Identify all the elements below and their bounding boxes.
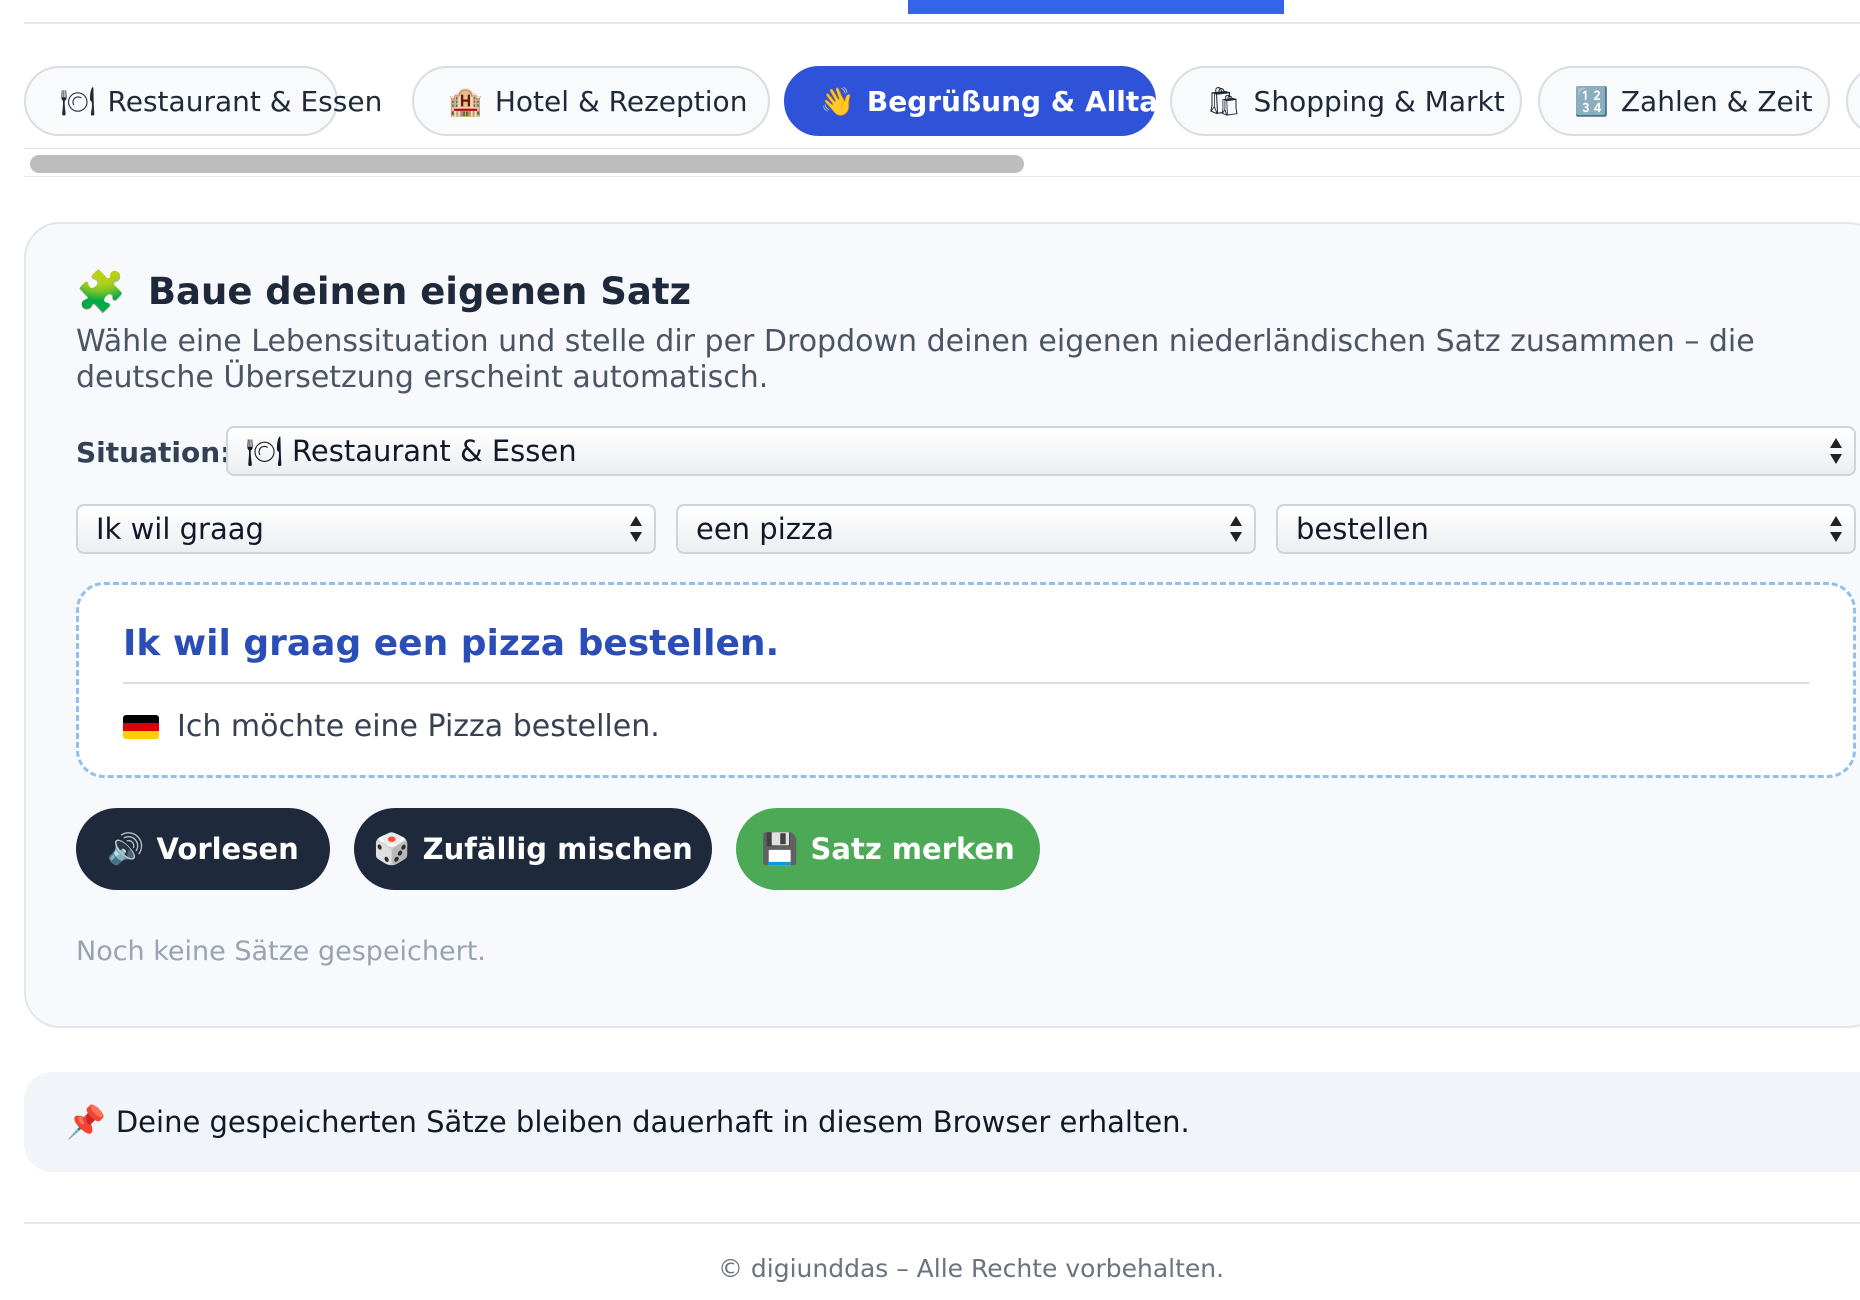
saved-sentences-empty: Noch keine Sätze gespeichert.: [76, 936, 486, 967]
puzzle-icon: 🧩: [76, 269, 126, 315]
select-arrows-icon: [1828, 514, 1844, 544]
phrase-part2-value: een pizza: [696, 512, 834, 546]
german-translation-text: Ich möchte eine Pizza bestellen.: [177, 709, 660, 744]
phrase-part1-select[interactable]: Ik wil graag: [76, 504, 656, 554]
tab-row-divider: [24, 148, 1860, 149]
tab-label: Shopping & Markt: [1253, 84, 1505, 118]
tab-row-divider-bottom: [24, 176, 1860, 177]
read-aloud-label: Vorlesen: [156, 832, 299, 866]
numbers-icon: 🔢: [1574, 84, 1609, 118]
footer-divider: [24, 1222, 1860, 1224]
tab-numbers[interactable]: 🔢 Zahlen & Zeit: [1538, 66, 1830, 136]
situation-label: Situation:: [76, 436, 232, 469]
phrase-part1-value: Ik wil graag: [96, 512, 264, 546]
phrase-part3-select[interactable]: bestellen: [1276, 504, 1856, 554]
waving-hand-icon: 👋: [820, 84, 855, 118]
dutch-sentence: Ik wil graag een pizza bestellen.: [123, 623, 780, 664]
sentence-builder-card: 🧩 Baue deinen eigenen Satz Wähle eine Le…: [24, 222, 1860, 1028]
select-arrows-icon: [1828, 436, 1844, 466]
situation-tab-bar: 🍽 Restaurant & Essen 🏨 Hotel & Rezeption…: [24, 66, 1860, 138]
shopping-bag-icon: 🛍: [1206, 84, 1242, 118]
tab-hotel[interactable]: 🏨 Hotel & Rezeption: [412, 66, 770, 136]
pushpin-icon: 📌: [66, 1103, 106, 1141]
top-accent-bar: [908, 0, 1284, 14]
storage-note-text: Deine gespeicherten Sätze bleiben dauerh…: [115, 1105, 1190, 1139]
shuffle-button[interactable]: 🎲 Zufällig mischen: [354, 808, 712, 890]
speaker-icon: 🔊: [107, 831, 145, 867]
storage-note: 📌 Deine gespeicherten Sätze bleiben daue…: [24, 1072, 1860, 1172]
tab-label: Zahlen & Zeit: [1620, 84, 1813, 118]
card-title-text: Baue deinen eigenen Satz: [147, 270, 692, 313]
sentence-result-box: Ik wil graag een pizza bestellen. Ich mö…: [76, 582, 1856, 778]
footer-copyright: © digiunddas – Alle Rechte vorbehalten.: [717, 1254, 1225, 1283]
phrase-part3-value: bestellen: [1296, 512, 1429, 546]
save-sentence-label: Satz merken: [810, 832, 1015, 866]
floppy-disk-icon: 💾: [761, 831, 799, 867]
shuffle-label: Zufällig mischen: [422, 832, 693, 866]
tab-scrollbar[interactable]: [30, 155, 1024, 173]
select-arrows-icon: [1228, 514, 1244, 544]
page: 🍽 Restaurant & Essen 🏨 Hotel & Rezeption…: [0, 0, 1860, 1300]
situation-select[interactable]: 🍽 Restaurant & Essen: [226, 426, 1856, 476]
tab-restaurant[interactable]: 🍽 Restaurant & Essen: [24, 66, 382, 136]
select-arrows-icon: [628, 514, 644, 544]
read-aloud-button[interactable]: 🔊 Vorlesen: [76, 808, 330, 890]
top-divider: [24, 22, 1860, 24]
dice-icon: 🎲: [373, 831, 411, 867]
card-description: Wähle eine Lebenssituation und stelle di…: [76, 324, 1755, 395]
tab-label: Restaurant & Essen: [107, 84, 383, 118]
save-sentence-button[interactable]: 💾 Satz merken: [736, 808, 1040, 890]
tab-more[interactable]: [1846, 66, 1860, 136]
result-divider: [123, 682, 1809, 684]
tab-greeting[interactable]: 👋 Begrüßung & Alltag: [784, 66, 1178, 136]
german-flag-icon: [123, 714, 159, 739]
phrase-part2-select[interactable]: een pizza: [676, 504, 1256, 554]
tab-shopping[interactable]: 🛍 Shopping & Markt: [1170, 66, 1522, 136]
plate-icon: 🍽: [60, 84, 96, 118]
german-translation: Ich möchte eine Pizza bestellen.: [123, 709, 660, 744]
card-title: 🧩 Baue deinen eigenen Satz: [76, 268, 691, 315]
tab-label: Hotel & Rezeption: [494, 84, 748, 118]
situation-select-value: 🍽 Restaurant & Essen: [246, 433, 577, 468]
hotel-icon: 🏨: [448, 84, 483, 118]
tab-label: Begrüßung & Alltag: [866, 84, 1179, 118]
